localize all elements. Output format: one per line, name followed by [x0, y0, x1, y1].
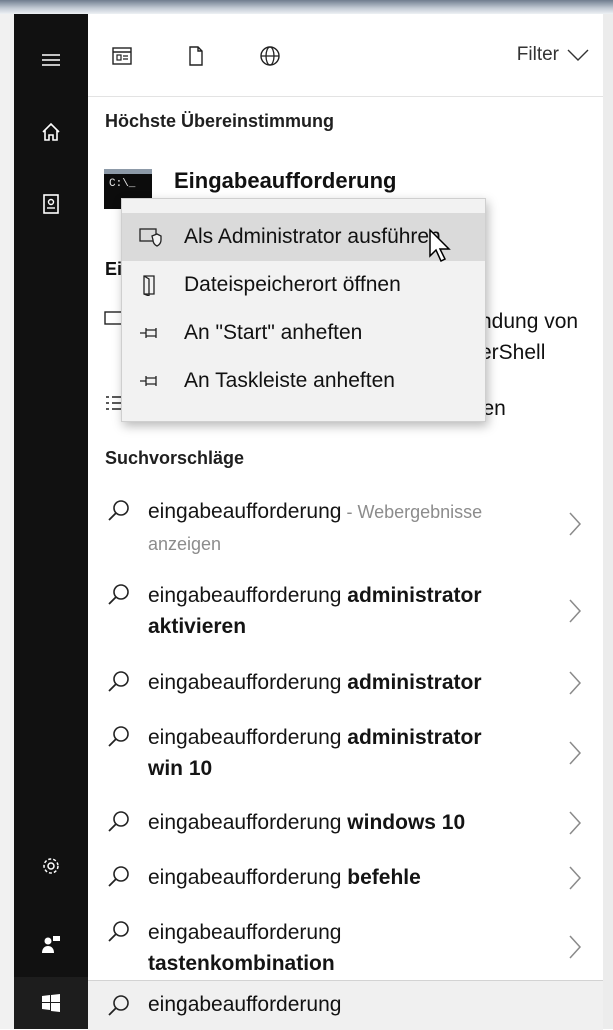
hidden-result-line2[interactable]: erShell — [480, 341, 545, 365]
context-pin-to-start[interactable]: An "Start" anheften — [122, 309, 485, 357]
suggestion-bold-text: befehle — [347, 866, 421, 889]
suggestion-normal-text: eingabeaufforderung — [148, 811, 348, 834]
filter-dropdown[interactable]: Filter — [517, 44, 589, 66]
suggestion-bold-text: administrator — [347, 726, 482, 749]
chevron-right-icon[interactable] — [567, 510, 583, 538]
hamburger-menu-button[interactable] — [14, 34, 88, 86]
chevron-right-icon[interactable] — [567, 739, 583, 767]
search-icon — [108, 671, 129, 692]
best-match-label: Eingabeaufforderung — [174, 168, 397, 193]
suggestion-normal-text: eingabeaufforderung — [148, 584, 348, 607]
web-globe-icon — [260, 46, 280, 66]
window-top-edge — [0, 0, 613, 14]
web-filter-button[interactable] — [256, 42, 284, 70]
chevron-right-icon[interactable] — [567, 933, 583, 961]
context-item-label: Als Administrator ausführen — [184, 225, 441, 248]
search-icon — [108, 921, 129, 942]
search-results-panel: Filter Höchste Übereinstimmung C:\_ Eing… — [88, 14, 603, 1030]
window-left-frame — [0, 14, 14, 1029]
suggestions-heading: Suchvorschläge — [105, 448, 245, 468]
feedback-button[interactable] — [14, 918, 88, 970]
chevron-right-icon[interactable] — [567, 597, 583, 625]
search-icon — [108, 811, 129, 832]
hamburger-icon — [42, 54, 60, 66]
hidden-result-line1[interactable]: ndung von — [480, 310, 578, 334]
notebook-icon — [43, 194, 59, 214]
suggestion-bold-line2: aktivieren — [148, 615, 247, 638]
suggestion-item[interactable]: eingabeaufforderung administrator win 10 — [88, 722, 603, 788]
command-prompt-icon-text: C:\_ — [109, 178, 136, 190]
suggestion-text: eingabeaufforderung - Webergebnisse anze… — [148, 496, 528, 560]
search-icon — [108, 726, 129, 747]
documents-icon — [189, 46, 203, 66]
suggestion-normal-text: eingabeaufforderung — [148, 500, 342, 523]
suggestion-bold-text: windows 10 — [347, 811, 466, 834]
search-box[interactable]: eingabeaufforderung — [88, 980, 603, 1030]
feedback-icon — [42, 936, 60, 953]
suggestion-bold-line2: win 10 — [148, 757, 213, 780]
home-button[interactable] — [14, 106, 88, 158]
suggestion-item[interactable]: eingabeaufforderung befehle — [88, 862, 603, 902]
best-match-heading: Höchste Übereinstimmung — [105, 111, 335, 131]
suggestion-suffix: - Webergebnisse — [341, 502, 483, 522]
window-right-frame — [602, 14, 613, 1029]
suggestion-bold-text: administrator — [347, 584, 482, 607]
suggestion-bold-line2: tastenkombination — [148, 952, 335, 975]
apps-icon — [112, 47, 132, 65]
suggestion-normal-text: eingabeaufforderung — [148, 671, 348, 694]
open-file-location-icon — [143, 275, 155, 296]
windows-start-icon — [42, 994, 60, 1012]
documents-filter-button[interactable] — [182, 42, 210, 70]
pin-icon — [140, 328, 157, 338]
apps-filter-button[interactable] — [108, 42, 136, 70]
suggestion-text: eingabeaufforderung administrator win 10 — [148, 722, 528, 784]
start-button[interactable] — [14, 977, 88, 1029]
suggestion-normal-text: eingabeaufforderung — [148, 866, 348, 889]
suggestion-item[interactable]: eingabeaufforderung windows 10 — [88, 807, 603, 847]
suggestion-bold-text: administrator — [347, 671, 482, 694]
suggestion-text: eingabeaufforderung administrator — [148, 667, 528, 698]
home-icon — [42, 122, 60, 141]
suggestion-item[interactable]: eingabeaufforderung administrator — [88, 667, 603, 707]
chevron-right-icon[interactable] — [567, 809, 583, 837]
search-icon — [108, 866, 129, 887]
settings-button[interactable] — [14, 840, 88, 892]
search-icon — [108, 995, 129, 1016]
suggestion-item[interactable]: eingabeaufforderung - Webergebnisse anze… — [88, 496, 603, 562]
suggestion-normal-text: eingabeaufforderung — [148, 726, 348, 749]
suggestion-item[interactable]: eingabeaufforderung administrator aktivi… — [88, 580, 603, 646]
notebook-button[interactable] — [14, 178, 88, 230]
suggestion-text: eingabeaufforderung befehle — [148, 862, 528, 893]
filter-label: Filter — [516, 44, 559, 65]
search-icon — [108, 500, 129, 521]
suggestion-normal-text: eingabeaufforderung — [148, 921, 342, 944]
start-menu-rail — [14, 14, 88, 1029]
context-pin-to-taskbar[interactable]: An Taskleiste anheften — [122, 357, 485, 405]
search-input[interactable]: eingabeaufforderung — [148, 993, 341, 1017]
context-open-file-location[interactable]: Dateispeicherort öffnen — [122, 261, 485, 309]
filter-toolbar: Filter — [88, 14, 603, 97]
shield-run-icon — [139, 228, 162, 247]
suggestion-item[interactable]: eingabeaufforderung tastenkombination — [88, 917, 603, 979]
apps-heading-fragment: Ei — [105, 259, 123, 279]
context-item-label: An Taskleiste anheften — [184, 369, 395, 392]
suggestion-text: eingabeaufforderung windows 10 — [148, 807, 528, 838]
suggestion-text: eingabeaufforderung tastenkombination — [148, 917, 528, 979]
chevron-down-icon — [567, 49, 589, 61]
pin-icon — [140, 376, 157, 386]
suggestion-text: eingabeaufforderung administrator aktivi… — [148, 580, 528, 642]
context-item-label: An "Start" anheften — [184, 321, 363, 344]
context-item-label: Dateispeicherort öffnen — [184, 273, 401, 296]
chevron-right-icon[interactable] — [567, 864, 583, 892]
chevron-right-icon[interactable] — [567, 669, 583, 697]
settings-gear-icon — [43, 858, 59, 874]
mouse-pointer-icon — [429, 228, 451, 263]
suggestion-subtext: anzeigen — [148, 534, 222, 554]
search-icon — [108, 584, 129, 605]
